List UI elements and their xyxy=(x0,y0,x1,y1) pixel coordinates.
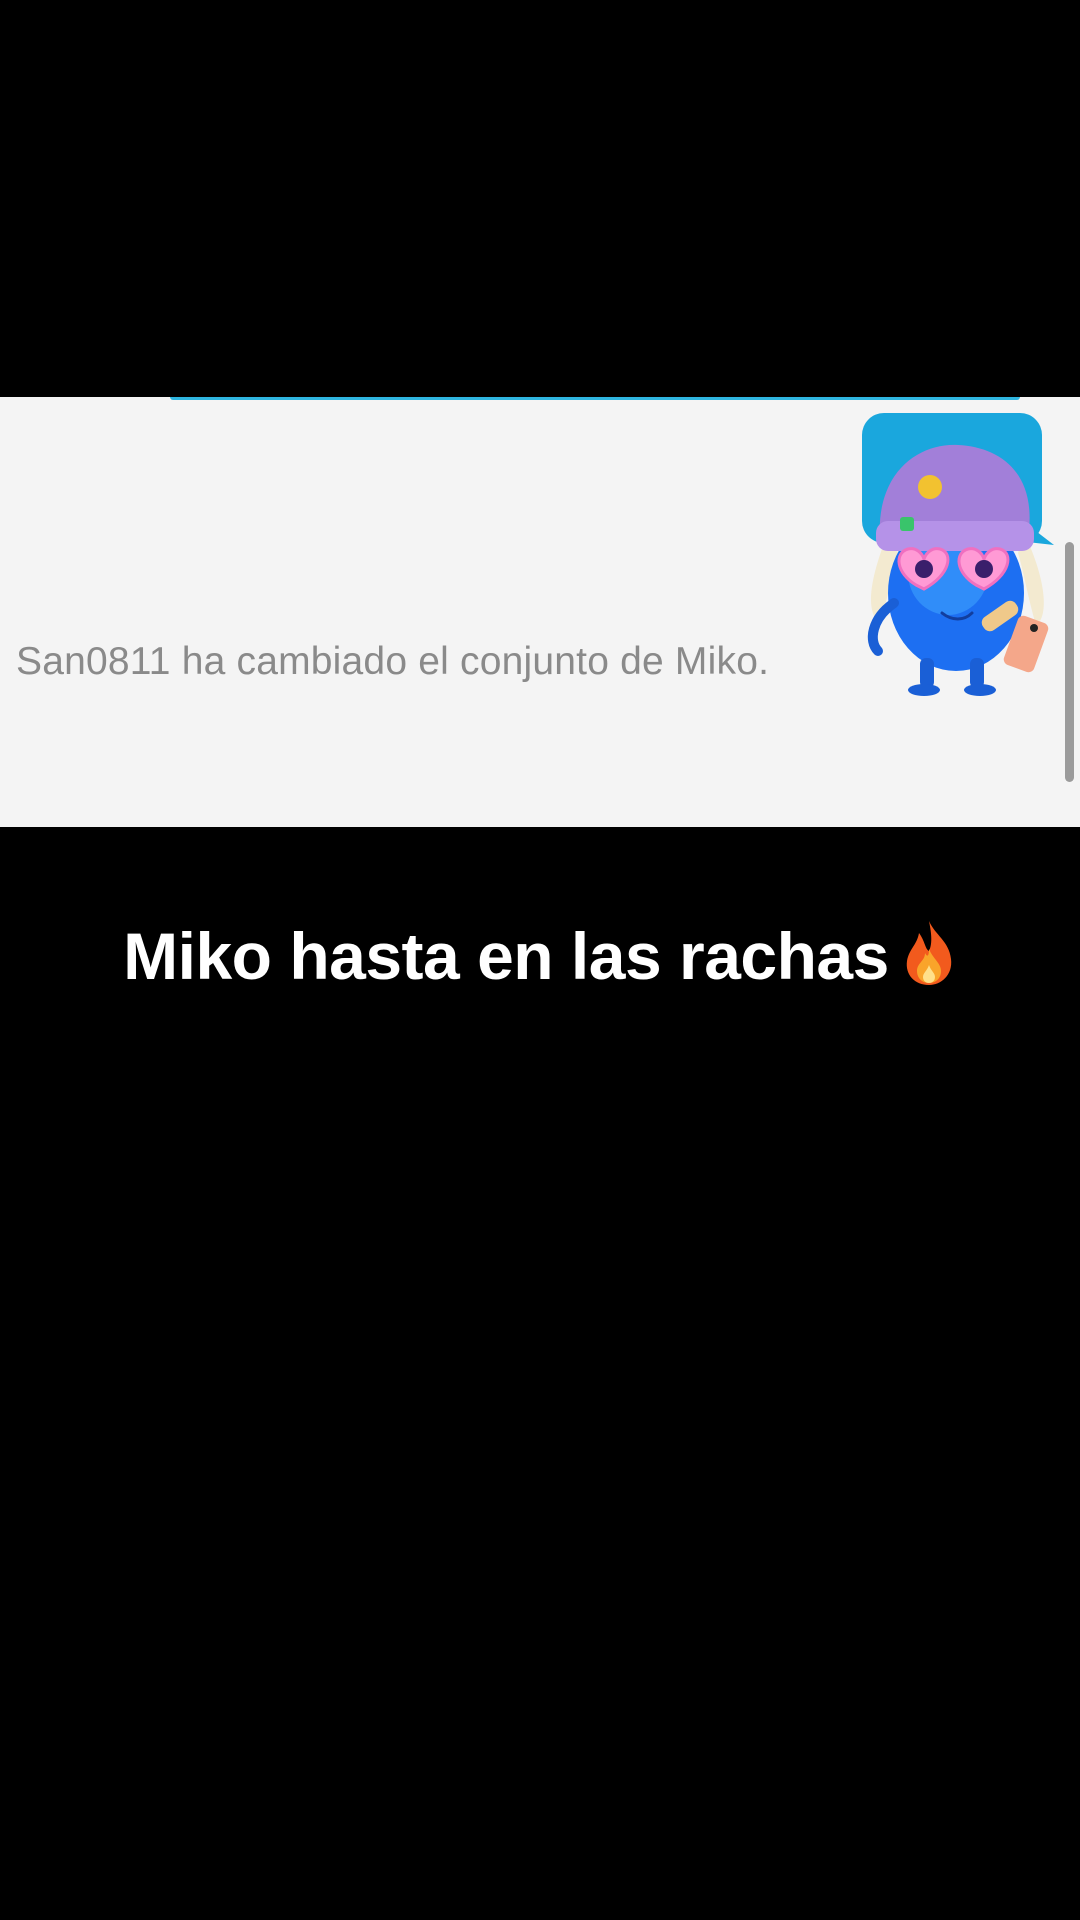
caption: Miko hasta en las rachas xyxy=(0,918,1080,994)
miko-mascot-icon xyxy=(862,413,1054,696)
system-message: San0811 ha cambiado el conjunto de Miko. xyxy=(16,640,770,683)
fire-icon xyxy=(906,921,952,985)
scrollbar[interactable] xyxy=(1065,542,1074,782)
message-bubble-edge xyxy=(170,397,1020,400)
top-black-area xyxy=(0,0,1080,397)
caption-text: Miko hasta en las rachas xyxy=(123,919,889,993)
chat-screenshot-panel: San0811 ha cambiado el conjunto de Miko. xyxy=(0,397,1080,827)
